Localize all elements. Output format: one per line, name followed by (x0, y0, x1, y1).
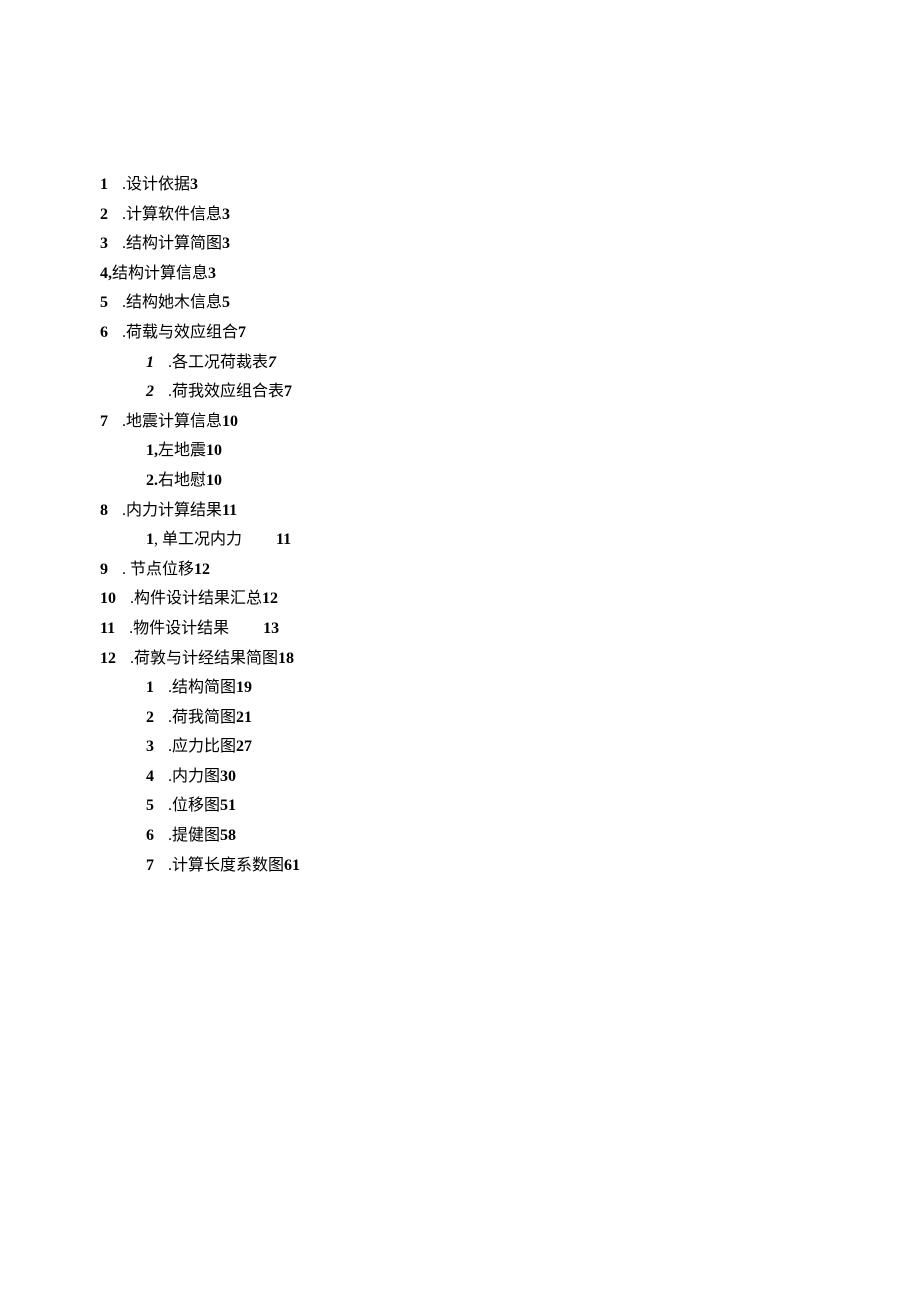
toc-entry: 7.计算长度系数图61 (146, 851, 820, 881)
toc-page: 3 (190, 176, 198, 193)
toc-entry: 1,左地震10 (146, 436, 820, 466)
toc-separator: . (122, 561, 130, 578)
toc-number: 7 (100, 407, 108, 437)
toc-entry: 8.内力计算结果11 (100, 496, 820, 526)
toc-label: 构件设计结果汇总 (134, 590, 262, 607)
toc-label: 应力比图 (172, 738, 236, 755)
toc-page: 10 (206, 472, 222, 489)
toc-number: 1 (100, 170, 108, 200)
toc-page: 7 (284, 383, 292, 400)
toc-number: 6 (100, 318, 108, 348)
toc-entry: 3.应力比图27 (146, 732, 820, 762)
toc-entry: 12.荷敦与计经结果简图18 (100, 644, 820, 674)
toc-number: 3 (146, 732, 154, 762)
toc-number: 12 (100, 644, 116, 674)
toc-label: 结构她木信息 (126, 294, 222, 311)
toc-label: 位移图 (172, 797, 220, 814)
toc-label: 荷我效应组合表 (172, 383, 284, 400)
toc-entry: 5.结构她木信息5 (100, 288, 820, 318)
toc-page: 21 (236, 709, 252, 726)
toc-page: 11 (222, 502, 237, 519)
toc-page: 3 (208, 265, 216, 282)
toc-number: 10 (100, 584, 116, 614)
toc-entry: 3.结构计算简图3 (100, 229, 820, 259)
toc-label: 荷敦与计经结果简图 (134, 650, 278, 667)
toc-number: 1 (146, 673, 154, 703)
toc-number: 1 (146, 348, 154, 378)
toc-page: 18 (278, 650, 294, 667)
toc-page: 27 (236, 738, 252, 755)
toc-page: 12 (194, 561, 210, 578)
toc-entry: 2.右地慰10 (146, 466, 820, 496)
toc-page: 13 (263, 620, 279, 637)
toc-page: 7 (238, 324, 246, 341)
toc-label: 单工况内力 (162, 531, 242, 548)
toc-label: 各工况荷裁表 (172, 354, 268, 371)
toc-number: 8 (100, 496, 108, 526)
toc-label: 提健图 (172, 827, 220, 844)
toc-number: 4, (100, 259, 112, 289)
toc-page: 51 (220, 797, 236, 814)
toc-entry: 5.位移图51 (146, 791, 820, 821)
toc-label: 结构计算信息 (112, 265, 208, 282)
toc-number: 5 (100, 288, 108, 318)
toc-entry: 1.结构简图19 (146, 673, 820, 703)
toc-entry: 2.荷我简图21 (146, 703, 820, 733)
toc-number: 2 (100, 200, 108, 230)
toc-label: 荷载与效应组合 (126, 324, 238, 341)
toc-entry: 4.内力图30 (146, 762, 820, 792)
toc-page: 7 (268, 354, 276, 371)
toc-label: 设计依据 (126, 176, 190, 193)
toc-label: 地震计算信息 (126, 413, 222, 430)
toc-label: 结构简图 (172, 679, 236, 696)
toc-number: 9 (100, 555, 108, 585)
toc-page: 11 (276, 531, 291, 548)
toc-number: 1 (146, 525, 154, 555)
toc-entry: 6.荷载与效应组合7 (100, 318, 820, 348)
toc-label: 内力计算结果 (126, 502, 222, 519)
toc-number: 7 (146, 851, 154, 881)
toc-label: 右地慰 (158, 472, 206, 489)
toc-page: 19 (236, 679, 252, 696)
toc-page: 30 (220, 768, 236, 785)
toc-entry: 2.计算软件信息3 (100, 200, 820, 230)
toc-entry: 4,结构计算信息3 (100, 259, 820, 289)
toc-page: 61 (284, 857, 300, 874)
toc-label: 内力图 (172, 768, 220, 785)
toc-label: 计算软件信息 (126, 206, 222, 223)
toc-number: 3 (100, 229, 108, 259)
toc-entry: 2.荷我效应组合表7 (146, 377, 820, 407)
toc-page: 12 (262, 590, 278, 607)
toc-page: 5 (222, 294, 230, 311)
toc-page: 3 (222, 235, 230, 252)
toc-entry: 1.设计依据3 (100, 170, 820, 200)
toc-page: 3 (222, 206, 230, 223)
toc-label: 结构计算简图 (126, 235, 222, 252)
toc-number: 4 (146, 762, 154, 792)
toc-page: 10 (206, 442, 222, 459)
toc-label: 节点位移 (130, 561, 194, 578)
toc-label: 左地震 (158, 442, 206, 459)
toc-page: 10 (222, 413, 238, 430)
toc-number: 2. (146, 466, 158, 496)
toc-entry: 9. 节点位移12 (100, 555, 820, 585)
toc-label: 物件设计结果 (133, 620, 229, 637)
toc-number: 5 (146, 791, 154, 821)
toc-entry: 11.物件设计结果13 (100, 614, 820, 644)
toc-entry: 1, 单工况内力 11 (146, 525, 820, 555)
toc-entry: 6.提健图58 (146, 821, 820, 851)
table-of-contents: 1.设计依据32.计算软件信息33.结构计算简图34,结构计算信息35.结构她木… (100, 170, 820, 880)
toc-entry: 1.各工况荷裁表7 (146, 348, 820, 378)
toc-page: 58 (220, 827, 236, 844)
toc-label: 计算长度系数图 (172, 857, 284, 874)
toc-number: 2 (146, 703, 154, 733)
toc-number: 2 (146, 377, 154, 407)
toc-entry: 7.地震计算信息10 (100, 407, 820, 437)
toc-entry: 10.构件设计结果汇总12 (100, 584, 820, 614)
toc-number: 6 (146, 821, 154, 851)
toc-separator: , (154, 531, 162, 548)
toc-number: 1, (146, 436, 158, 466)
toc-label: 荷我简图 (172, 709, 236, 726)
toc-number: 11 (100, 614, 115, 644)
